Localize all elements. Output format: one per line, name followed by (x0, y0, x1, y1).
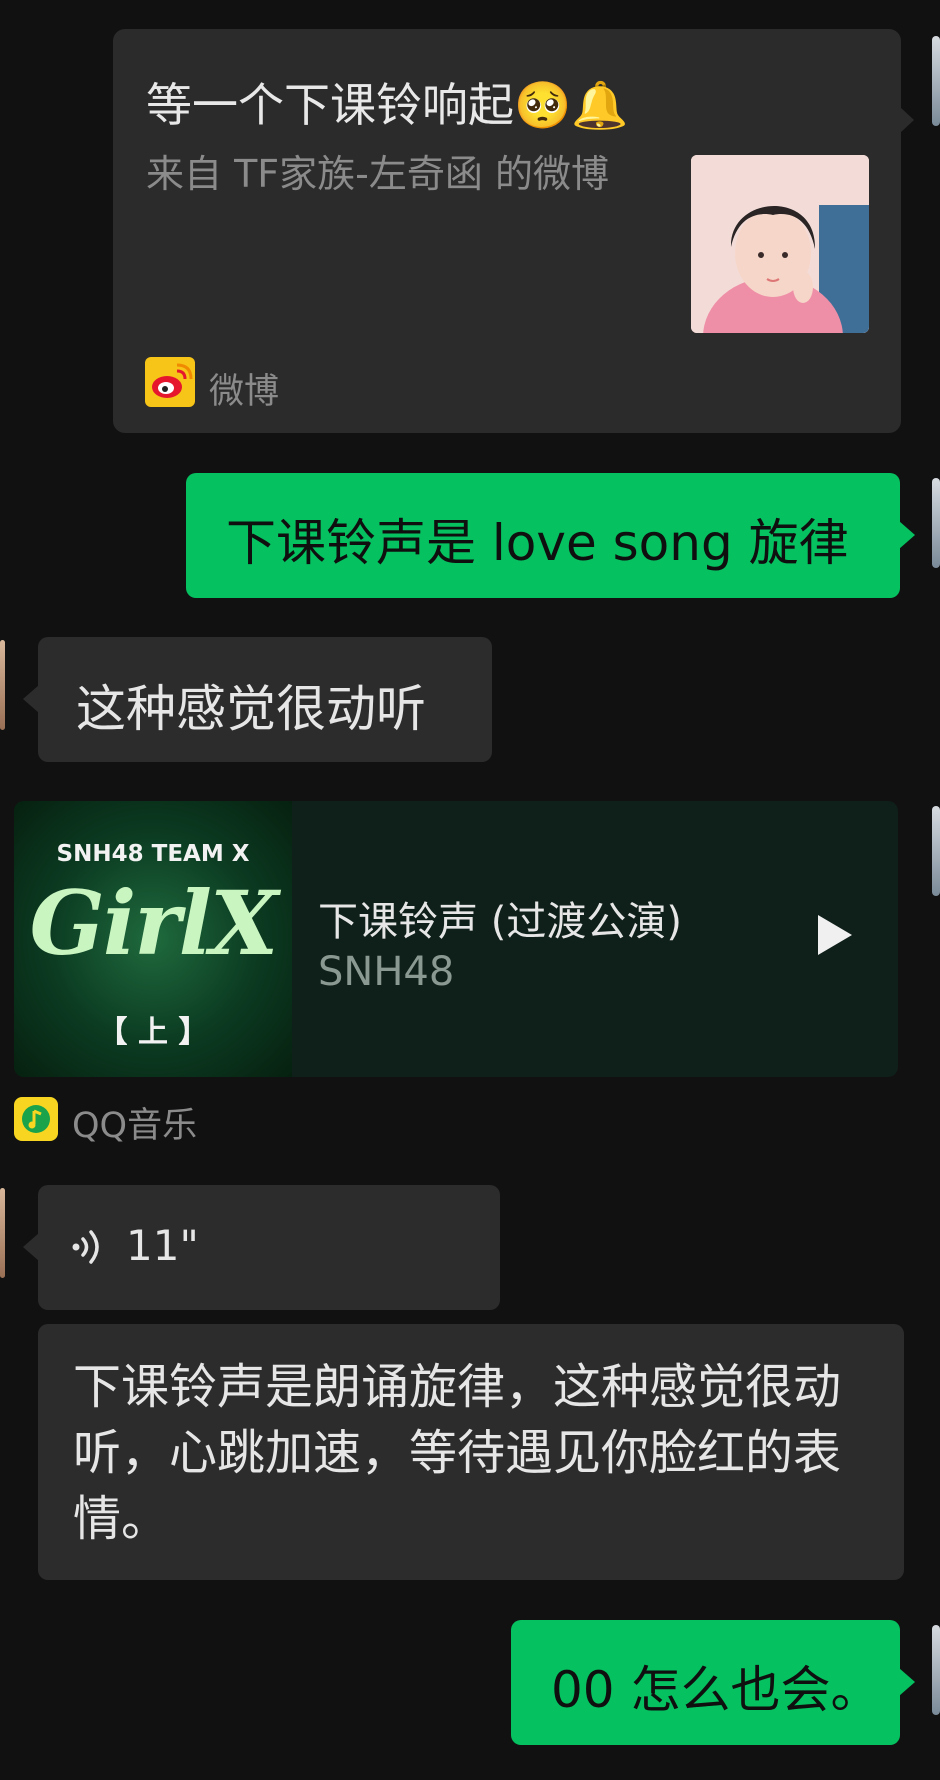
album-cover-team: SNH48 TEAM X (56, 841, 250, 867)
bubble-tail (23, 685, 39, 713)
message-text: 下课铃声是 love song 旋律 (226, 514, 849, 572)
received-message[interactable]: 这种感觉很动听 (23, 637, 492, 762)
link-card-description: 来自 TF家族-左奇函 的微博 (146, 152, 609, 196)
message-text: 这种感觉很动听 (76, 680, 426, 738)
weibo-share-card[interactable]: 等一个下课铃响起🥺🔔 来自 TF家族-左奇函 的微博 微博 (113, 29, 914, 433)
transcription-text: 下课铃声是朗诵旋律，这种感觉很动听，心跳加速，等待遇见你脸红的表情。 (73, 1359, 842, 1547)
bubble-tail (899, 1668, 915, 1696)
play-icon[interactable] (818, 915, 852, 955)
qq-music-icon (14, 1097, 58, 1141)
link-card-thumbnail (691, 155, 869, 333)
message-text: 00 怎么也会。 (551, 1661, 881, 1719)
bubble-tail (900, 107, 914, 133)
avatar[interactable] (932, 1625, 940, 1715)
link-card-source: 微博 (209, 372, 280, 412)
album-cover-title: GirlX (29, 871, 279, 975)
bubble-tail (23, 1233, 39, 1261)
bubble-tail (899, 521, 915, 549)
album-cover: SNH48 TEAM X GirlX 【 上 】 (14, 801, 292, 1077)
avatar[interactable] (0, 640, 5, 730)
avatar[interactable] (0, 1188, 5, 1278)
voice-transcription[interactable]: 下课铃声是朗诵旋律，这种感觉很动听，心跳加速，等待遇见你脸红的表情。 (38, 1324, 904, 1580)
sent-message[interactable]: 00 怎么也会。 (511, 1620, 915, 1745)
album-cover-part: 【 上 】 (97, 1015, 209, 1050)
avatar[interactable] (932, 478, 940, 568)
weibo-icon (145, 357, 195, 407)
avatar[interactable] (932, 36, 940, 126)
voice-message[interactable]: 11" (23, 1185, 500, 1310)
voice-duration: 11" (126, 1221, 199, 1270)
sent-message[interactable]: 下课铃声是 love song 旋律 (186, 473, 915, 598)
link-card-title: 等一个下课铃响起🥺🔔 (146, 78, 629, 132)
music-source: QQ音乐 (72, 1106, 198, 1146)
voice-wave-icon (66, 1225, 110, 1269)
music-share-card[interactable]: SNH48 TEAM X GirlX 【 上 】 下课铃声 (过渡公演) SNH… (14, 801, 898, 1077)
song-title: 下课铃声 (过渡公演) (318, 899, 682, 945)
song-artist: SNH48 (318, 949, 455, 995)
avatar[interactable] (932, 806, 940, 896)
